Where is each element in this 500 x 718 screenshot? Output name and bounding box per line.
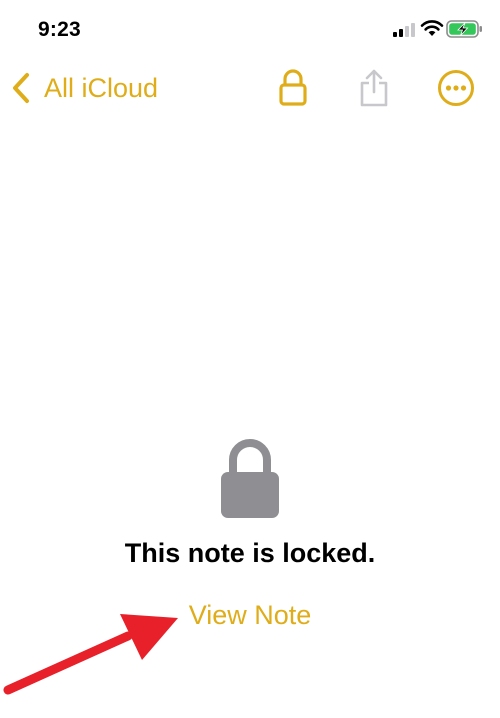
- locked-message: This note is locked.: [124, 538, 376, 568]
- locked-note-view: This note is locked.: [0, 438, 500, 569]
- status-time: 9:23: [38, 18, 81, 41]
- status-bar: 9:23: [0, 0, 500, 58]
- chevron-left-icon: [13, 73, 29, 103]
- ellipsis-circle-icon: [438, 70, 474, 106]
- more-button[interactable]: [434, 66, 478, 110]
- annotation-arrow-icon: [3, 614, 178, 695]
- share-button[interactable]: [352, 66, 396, 110]
- lock-icon: [221, 439, 279, 518]
- back-label: All iCloud: [44, 72, 159, 103]
- lock-button[interactable]: [271, 66, 315, 110]
- wifi-icon: [420, 20, 444, 36]
- back-button[interactable]: All iCloud: [10, 68, 158, 108]
- cellular-signal-icon: [393, 23, 415, 37]
- lock-icon: [279, 69, 307, 106]
- share-icon: [360, 69, 388, 107]
- navigation-bar: All iCloud: [0, 58, 500, 118]
- battery-charging-icon: [446, 20, 482, 38]
